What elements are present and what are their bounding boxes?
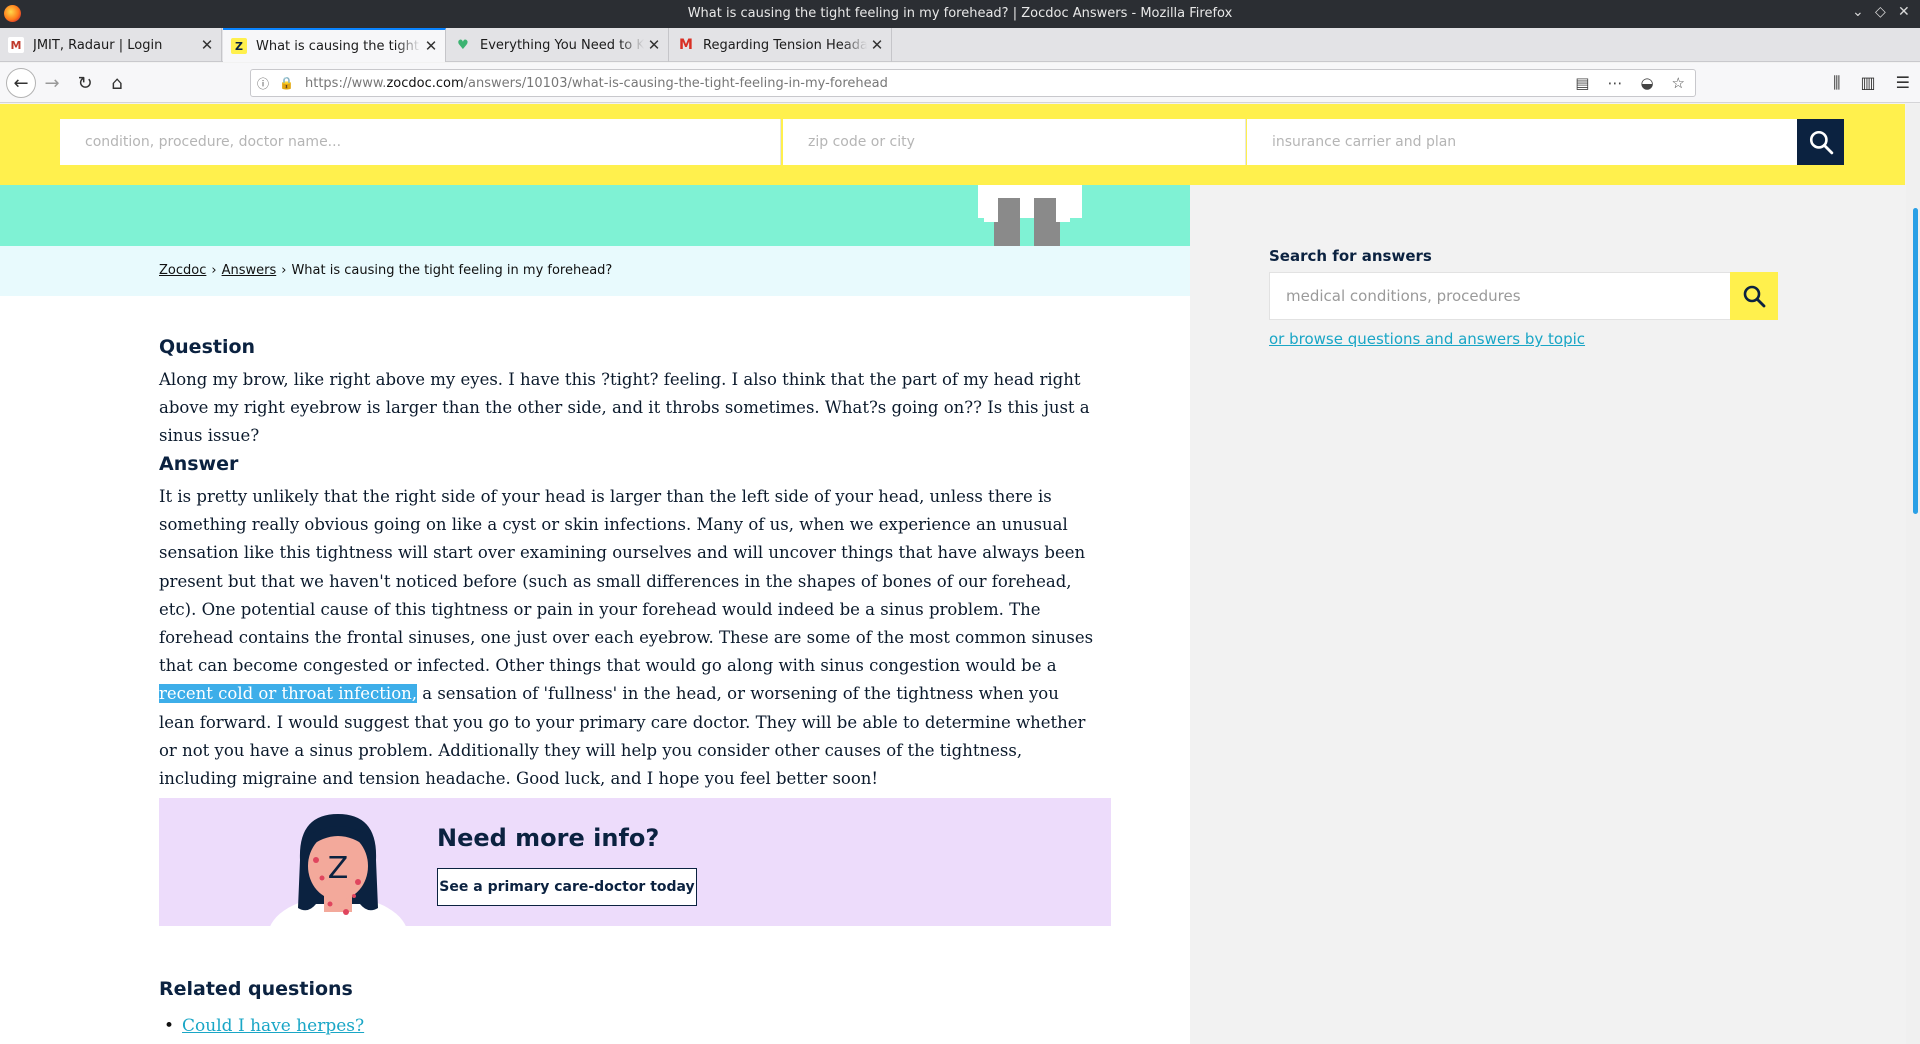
pocket-icon[interactable]: ◒ [1640, 74, 1653, 92]
tab-gmail-tension-headache[interactable]: M Regarding Tension Headache ✕ [670, 28, 892, 62]
forward-arrow-icon[interactable]: → [38, 69, 66, 97]
jmit-favicon-icon: M [8, 37, 24, 53]
page-scrollbar[interactable] [1906, 104, 1920, 1044]
search-icon [1743, 285, 1766, 308]
answers-search-input[interactable]: medical conditions, procedures [1269, 272, 1731, 320]
page-actions-icon[interactable]: ⋯ [1607, 74, 1622, 92]
library-icon[interactable]: ⫼ [1833, 73, 1840, 93]
answer-text: It is pretty unlikely that the right sid… [159, 483, 1099, 793]
heart-favicon-icon: ♥ [457, 37, 469, 53]
maximize-icon[interactable]: ◇ [1875, 4, 1886, 20]
condition-search-input[interactable]: condition, procedure, doctor name... [60, 119, 781, 165]
tab-tension-headaches-article[interactable]: ♥ Everything You Need to Know About Tens… [447, 28, 669, 62]
site-info-icon[interactable]: ⓘ [257, 75, 277, 92]
breadcrumb-separator: › [211, 263, 217, 278]
scrollbar-thumb[interactable] [1913, 208, 1918, 514]
url-text[interactable]: https://www.zocdoc.com/answers/10103/wha… [305, 76, 888, 91]
answers-search-button[interactable] [1730, 272, 1778, 320]
tab-label: What is causing the tight feeling in my … [256, 38, 421, 54]
doctor-search-header: condition, procedure, doctor name... zip… [0, 104, 1905, 185]
doctor-search-button[interactable] [1797, 119, 1844, 165]
breadcrumb-answers-link[interactable]: Answers [222, 263, 277, 278]
reader-view-icon[interactable]: ▤ [1575, 74, 1589, 92]
promo-heading: Need more info? [437, 824, 660, 852]
see-doctor-button[interactable]: See a primary care-doctor today [437, 868, 697, 906]
list-item: • Could I have herpes? [164, 1016, 365, 1036]
bookmark-star-icon[interactable]: ☆ [1672, 74, 1685, 92]
need-more-info-banner: Z Need more info? See a primary care-doc… [159, 798, 1111, 926]
question-heading: Question [159, 336, 256, 358]
zocdoc-favicon-icon: Z [231, 38, 247, 54]
close-tab-icon[interactable]: ✕ [644, 36, 664, 54]
main-content-column: Zocdoc › Answers › What is causing the tight… [0, 104, 1190, 1044]
search-icon [1809, 130, 1833, 155]
window-title: What is causing the tight feeling in my … [687, 6, 1233, 21]
doctor-illustration-icon [978, 184, 1082, 246]
lock-icon: 🔒 [279, 76, 294, 90]
address-bar[interactable]: ⓘ 🔒 https://www.zocdoc.com/answers/10103… [250, 69, 1696, 97]
answer-heading: Answer [159, 453, 239, 475]
breadcrumb-separator: › [281, 263, 287, 278]
svg-text:Z: Z [328, 851, 349, 886]
location-input[interactable]: zip code or city [783, 119, 1246, 165]
answer-text-part: It is pretty unlikely that the right sid… [159, 487, 1094, 676]
insurance-input[interactable]: insurance carrier and plan [1247, 119, 1797, 165]
back-arrow-icon[interactable]: ← [6, 68, 36, 98]
related-question-link[interactable]: Could I have herpes? [182, 1016, 364, 1036]
breadcrumb-home-link[interactable]: Zocdoc [159, 263, 206, 278]
tab-zocdoc-answers[interactable]: Z What is causing the tight feeling in m… [223, 28, 446, 62]
close-tab-icon[interactable]: ✕ [421, 37, 441, 55]
hamburger-menu-icon[interactable]: ☰ [1896, 73, 1910, 93]
patient-illustration-icon: Z [270, 814, 406, 926]
close-tab-icon[interactable]: ✕ [867, 36, 887, 54]
breadcrumb-current: What is causing the tight feeling in my … [291, 263, 613, 278]
tab-label: JMIT, Radaur | Login [33, 37, 163, 53]
question-text: Along my brow, like right above my eyes.… [159, 370, 1090, 446]
page-viewport: Zocdoc › Answers › What is causing the tight… [0, 104, 1920, 1044]
window-titlebar: What is causing the tight feeling in my … [0, 0, 1920, 28]
breadcrumb: Zocdoc › Answers › What is causing the tight… [0, 246, 1190, 296]
minimize-icon[interactable]: ⌄ [1852, 4, 1864, 20]
home-icon[interactable]: ⌂ [103, 69, 131, 97]
tab-jmit-login[interactable]: M JMIT, Radaur | Login ✕ [0, 28, 222, 62]
tab-strip: M JMIT, Radaur | Login ✕ Z What is causi… [0, 28, 1920, 83]
navigation-toolbar: ← → ↻ ⌂ ⓘ 🔒 https://www.zocdoc.com/answe… [0, 63, 1920, 103]
close-window-icon[interactable]: ✕ [1898, 4, 1910, 20]
reload-icon[interactable]: ↻ [71, 69, 99, 97]
sidebar-toggle-icon[interactable]: ▥ [1861, 73, 1876, 93]
browse-topics-link[interactable]: or browse questions and answers by topic [1269, 330, 1585, 348]
close-tab-icon[interactable]: ✕ [197, 36, 217, 54]
tab-label: Regarding Tension Headache [703, 37, 867, 53]
related-questions-heading: Related questions [159, 978, 353, 1000]
search-answers-label: Search for answers [1269, 247, 1432, 265]
gmail-favicon-icon: M [679, 37, 693, 53]
selected-text-highlight: recent cold or throat infection, [159, 684, 418, 704]
tab-label: Everything You Need to Know About Tensio… [480, 37, 644, 53]
